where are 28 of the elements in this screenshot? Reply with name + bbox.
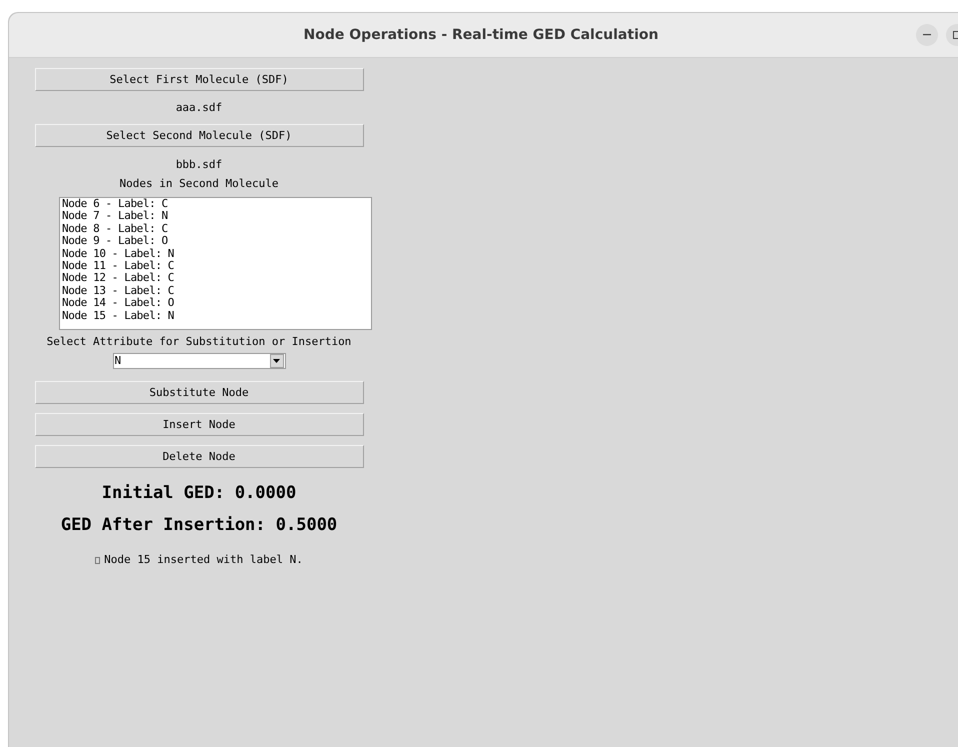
dropdown-arrow-icon [273,359,280,363]
select-second-molecule-button[interactable]: Select Second Molecule (SDF) [34,124,364,147]
window-title: Node Operations - Real-time GED Calculation [304,27,658,43]
list-item[interactable]: Node 13 - Label: C [62,284,174,298]
attribute-dropdown[interactable]: N [112,353,286,369]
action-button[interactable]: Substitute Node [34,381,364,404]
list-item[interactable]: Node 15 - Label: N [62,310,174,322]
list-item[interactable]: Node 10 - Label: N [62,248,174,260]
second-file-label: bbb.sdf [176,158,222,172]
action-button[interactable]: Insert Node [34,413,364,436]
select-first-molecule-button[interactable]: Select First Molecule (SDF) [34,68,364,91]
missing-glyph-icon [95,556,100,564]
list-item[interactable]: Node 9 - Label: O [62,235,168,248]
list-item[interactable]: Node 8 - Label: C [62,222,168,236]
list-item[interactable]: Node 14 - Label: O [62,297,174,310]
list-item[interactable]: Node 12 - Label: C [62,272,174,285]
attribute-label: Select Attribute for Substitution or Insertion [46,335,352,349]
status-message: Node 15 inserted with label N. [104,553,303,567]
minimize-icon [923,34,931,36]
nodes-heading: Nodes in Second Molecule [120,177,278,191]
nodes-listbox[interactable]: Node 6 - Label: C Node 7 - Label: N Node 8 - Label: C Node 9 - Label: O Node 10 - Label: N Node 11 - Label: C Node 12 - Label: C Node 13 - Label: C Node 14 - Label: O Node 15 - Label: N [59,197,372,330]
ged-after-text: GED After Insertion: 0.5000 [60,515,338,535]
first-file-label: aaa.sdf [176,101,222,115]
list-item[interactable]: Node 11 - Label: C [62,260,174,272]
list-item[interactable]: Node 7 - Label: N [62,210,168,223]
initial-ged-text: Initial GED: 0.0000 [102,483,296,503]
list-item[interactable]: Node 6 - Label: C [62,198,168,210]
action-button[interactable]: Delete Node [34,445,364,468]
